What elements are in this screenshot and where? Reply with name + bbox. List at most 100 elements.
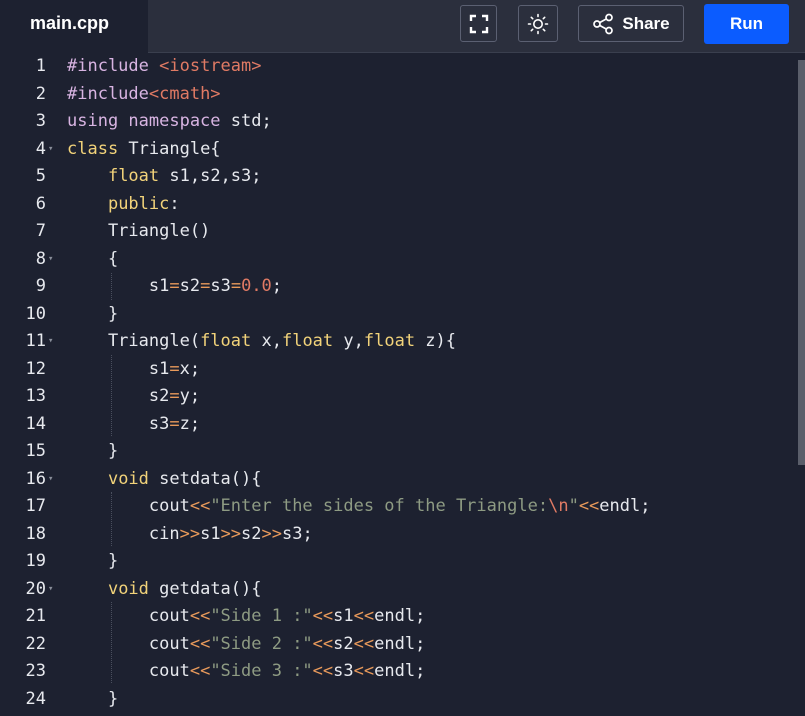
code-line[interactable]: 22 cout<<"Side 2 :"<<s2<<endl; bbox=[0, 631, 795, 658]
code-token: s3 bbox=[210, 276, 231, 296]
line-number: 8 bbox=[35, 248, 46, 269]
line-number: 11 bbox=[25, 331, 46, 351]
fold-arrow-icon[interactable]: ▾ bbox=[48, 576, 53, 603]
code-line[interactable]: 17 cout<<"Enter the sides of the Triangl… bbox=[0, 493, 795, 520]
code-token: "Enter the sides of the Triangle: bbox=[210, 496, 549, 516]
code-text: s2=y; bbox=[67, 383, 200, 410]
code-token: } bbox=[67, 303, 119, 324]
share-button[interactable]: Share bbox=[578, 5, 684, 42]
code-line[interactable]: 2 #include<cmath> bbox=[0, 81, 795, 108]
line-number: 12 bbox=[25, 358, 46, 379]
file-tab-label: main.cpp bbox=[30, 13, 110, 33]
code-token: s2 bbox=[333, 633, 354, 654]
code-text: public: bbox=[67, 191, 180, 218]
line-number: 1 bbox=[35, 56, 46, 76]
code-token: << bbox=[353, 606, 375, 626]
code-token: = bbox=[169, 358, 180, 379]
code-token: using namespace bbox=[67, 111, 231, 131]
code-line[interactable]: 5 float s1,s2,s3; bbox=[0, 163, 795, 190]
code-token: cout bbox=[67, 661, 190, 681]
code-line[interactable]: 11 ▾ Triangle(float x,float y,float z){ bbox=[0, 328, 795, 355]
line-number: 19 bbox=[25, 551, 46, 571]
code-token: x; bbox=[179, 358, 201, 379]
code-token: << bbox=[189, 633, 211, 654]
code-line[interactable]: 16 ▾ void setdata(){ bbox=[0, 466, 795, 493]
code-editor[interactable]: 1 #include <iostream> 2 #include<cmath> 3 usi… bbox=[0, 53, 805, 716]
code-token: getdata(){ bbox=[159, 578, 262, 599]
code-line[interactable]: 13 s2=y; bbox=[0, 383, 795, 410]
code-line[interactable]: 4 ▾ class Triangle{ bbox=[0, 136, 795, 163]
code-token: Triangle{ bbox=[128, 138, 221, 159]
code-token: void bbox=[107, 578, 160, 599]
code-token: s1 bbox=[67, 358, 170, 379]
code-line[interactable]: 6 public: bbox=[0, 191, 795, 218]
code-line[interactable]: 10 } bbox=[0, 301, 795, 328]
code-line[interactable]: 21 cout<<"Side 1 :"<<s1<<endl; bbox=[0, 603, 795, 630]
code-token: endl; bbox=[599, 496, 651, 516]
code-token: endl; bbox=[374, 633, 426, 654]
vertical-scrollbar[interactable] bbox=[798, 60, 805, 465]
code-line[interactable]: 9 s1=s2=s3=0.0; bbox=[0, 273, 795, 300]
code-text: cout<<"Side 2 :"<<s2<<endl; bbox=[67, 631, 425, 658]
code-token: >> bbox=[179, 523, 201, 544]
code-line[interactable]: 1 #include <iostream> bbox=[0, 53, 795, 80]
code-text: void setdata(){ bbox=[67, 466, 262, 493]
code-line[interactable]: 23 cout<<"Side 3 :"<<s3<<endl; bbox=[0, 658, 795, 685]
code-token: "Side 1 :" bbox=[210, 606, 313, 626]
code-token: endl; bbox=[374, 661, 426, 681]
line-number: 2 bbox=[35, 83, 46, 104]
code-token: y; bbox=[179, 386, 201, 406]
line-number: 23 bbox=[25, 661, 46, 681]
code-text: cout<<"Side 1 :"<<s1<<endl; bbox=[67, 603, 425, 630]
line-number: 15 bbox=[25, 441, 46, 461]
code-line[interactable]: 18 cin>>s1>>s2>>s3; bbox=[0, 521, 795, 548]
sun-icon bbox=[527, 13, 549, 34]
code-line[interactable]: 12 s1=x; bbox=[0, 356, 795, 383]
line-number: 9 bbox=[35, 276, 46, 296]
code-token: setdata(){ bbox=[159, 468, 262, 489]
code-line[interactable]: 19 } bbox=[0, 548, 795, 575]
code-line[interactable]: 20 ▾ void getdata(){ bbox=[0, 576, 795, 603]
code-line[interactable]: 15 } bbox=[0, 438, 795, 465]
line-number: 3 bbox=[35, 111, 46, 131]
code-text: s3=z; bbox=[67, 411, 200, 438]
code-token: \n bbox=[548, 496, 569, 516]
code-token: << bbox=[578, 496, 600, 516]
file-tab[interactable]: main.cpp bbox=[0, 0, 148, 53]
theme-toggle-button[interactable] bbox=[518, 5, 558, 42]
code-token: class bbox=[67, 138, 129, 159]
fold-arrow-icon[interactable]: ▾ bbox=[48, 466, 53, 493]
code-token: : bbox=[169, 193, 180, 214]
code-text: } bbox=[67, 438, 118, 465]
line-number: 13 bbox=[25, 386, 46, 406]
code-line[interactable]: 7 Triangle() bbox=[0, 218, 795, 245]
code-text: cin>>s1>>s2>>s3; bbox=[67, 521, 313, 548]
code-token: ; bbox=[271, 276, 283, 296]
code-token: endl; bbox=[374, 606, 426, 626]
code-text: s1=x; bbox=[67, 356, 200, 383]
code-line[interactable]: 24 } bbox=[0, 686, 795, 713]
code-token: " bbox=[568, 496, 579, 516]
code-token: s2 bbox=[67, 386, 170, 406]
run-button[interactable]: Run bbox=[704, 4, 789, 44]
code-token: << bbox=[312, 661, 334, 681]
code-token: { bbox=[67, 248, 119, 269]
code-token: << bbox=[312, 633, 334, 654]
code-line[interactable]: 3 using namespace std; bbox=[0, 108, 795, 135]
code-token: s1 bbox=[333, 606, 354, 626]
code-token: = bbox=[169, 276, 180, 296]
fold-arrow-icon[interactable]: ▾ bbox=[48, 136, 53, 163]
code-token: float bbox=[200, 331, 262, 351]
code-token: } bbox=[67, 441, 119, 461]
code-line[interactable]: 8 ▾ { bbox=[0, 246, 795, 273]
fold-arrow-icon[interactable]: ▾ bbox=[48, 246, 53, 273]
code-token: s2 bbox=[179, 276, 201, 296]
code-token: z; bbox=[179, 413, 201, 434]
code-token: = bbox=[200, 276, 211, 296]
fold-arrow-icon[interactable]: ▾ bbox=[48, 328, 53, 355]
code-token: >> bbox=[220, 523, 242, 544]
line-number: 22 bbox=[25, 633, 46, 654]
fullscreen-button[interactable] bbox=[460, 5, 497, 42]
code-line[interactable]: 14 s3=z; bbox=[0, 411, 795, 438]
